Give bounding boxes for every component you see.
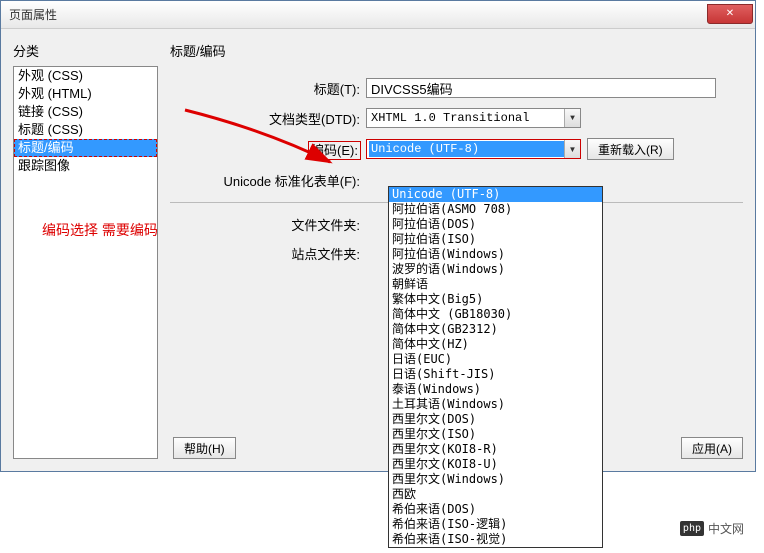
titlebar[interactable]: 页面属性 ✕ — [1, 1, 755, 29]
window-title: 页面属性 — [9, 6, 57, 23]
close-button[interactable]: ✕ — [707, 4, 753, 24]
dropdown-item[interactable]: 阿拉伯语(DOS) — [389, 217, 602, 232]
dropdown-item[interactable]: 朝鲜语 — [389, 277, 602, 292]
title-row: 标题(T): — [170, 78, 743, 98]
sidebar: 分类 外观 (CSS) 外观 (HTML) 链接 (CSS) 标题 (CSS) … — [13, 41, 158, 459]
encoding-select[interactable]: Unicode (UTF-8) ▼ — [366, 139, 581, 159]
watermark-logo: php — [680, 521, 704, 536]
dropdown-item[interactable]: 西里尔文(KOI8-R) — [389, 442, 602, 457]
dropdown-item[interactable]: 希伯来语(ISO-视觉) — [389, 532, 602, 547]
dropdown-item[interactable]: 泰语(Windows) — [389, 382, 602, 397]
dropdown-item[interactable]: 繁体中文(Big5) — [389, 292, 602, 307]
doctype-label: 文档类型(DTD): — [170, 109, 360, 128]
encoding-row: 编码(E): Unicode (UTF-8) ▼ 重新载入(R) — [170, 138, 743, 160]
dropdown-item[interactable]: 阿拉伯语(ISO) — [389, 232, 602, 247]
sidebar-item-title-encoding[interactable]: 标题/编码 — [14, 139, 157, 157]
encoding-label-wrap: 编码(E): — [170, 140, 360, 159]
dropdown-item[interactable]: 西里尔文(DOS) — [389, 412, 602, 427]
doctype-value: XHTML 1.0 Transitional — [371, 111, 529, 125]
apply-button[interactable]: 应用(A) — [681, 437, 743, 459]
doctype-select[interactable]: XHTML 1.0 Transitional ▼ — [366, 108, 581, 128]
sidebar-item-links-css[interactable]: 链接 (CSS) — [14, 103, 157, 121]
dropdown-item[interactable]: 西里尔文(ISO) — [389, 427, 602, 442]
sidebar-heading: 分类 — [13, 41, 158, 60]
normalize-label: Unicode 标准化表单(F): — [170, 171, 360, 190]
dropdown-item[interactable]: 日语(Shift-JIS) — [389, 367, 602, 382]
dropdown-item[interactable]: 西欧 — [389, 487, 602, 502]
sidebar-item-headings-css[interactable]: 标题 (CSS) — [14, 121, 157, 139]
doctype-row: 文档类型(DTD): XHTML 1.0 Transitional ▼ — [170, 108, 743, 128]
title-input[interactable] — [366, 78, 716, 98]
dropdown-item[interactable]: Unicode (UTF-8) — [389, 187, 602, 202]
button-bar: 帮助(H) 应用(A) — [13, 437, 743, 459]
help-button[interactable]: 帮助(H) — [173, 437, 236, 459]
dropdown-item[interactable]: 波罗的语(Windows) — [389, 262, 602, 277]
dropdown-item[interactable]: 西里尔文(Windows) — [389, 472, 602, 487]
dropdown-item[interactable]: 西里尔文(KOI8-U) — [389, 457, 602, 472]
site-folder-label: 站点文件夹: — [170, 244, 360, 263]
reload-button[interactable]: 重新载入(R) — [587, 138, 674, 160]
dropdown-item[interactable]: 简体中文(GB2312) — [389, 322, 602, 337]
sidebar-item-tracing-image[interactable]: 跟踪图像 — [14, 157, 157, 175]
dropdown-item[interactable]: 希伯来语(DOS) — [389, 502, 602, 517]
dropdown-item[interactable]: 希伯来语(ISO-逻辑) — [389, 517, 602, 532]
title-label: 标题(T): — [170, 79, 360, 98]
chevron-down-icon: ▼ — [564, 109, 580, 127]
dropdown-item[interactable]: 简体中文(HZ) — [389, 337, 602, 352]
panel-title: 标题/编码 — [170, 41, 743, 60]
sidebar-item-appearance-html[interactable]: 外观 (HTML) — [14, 85, 157, 103]
dropdown-item[interactable]: 阿拉伯语(ASMO 708) — [389, 202, 602, 217]
watermark-text: 中文网 — [708, 520, 744, 537]
dropdown-item[interactable]: 土耳其语(Windows) — [389, 397, 602, 412]
encoding-dropdown-list[interactable]: Unicode (UTF-8) 阿拉伯语(ASMO 708) 阿拉伯语(DOS)… — [388, 186, 603, 548]
chevron-down-icon: ▼ — [564, 140, 580, 158]
sidebar-item-appearance-css[interactable]: 外观 (CSS) — [14, 67, 157, 85]
dropdown-item[interactable]: 日语(EUC) — [389, 352, 602, 367]
annotation-text: 编码选择 需要编码 — [42, 220, 158, 240]
file-folder-label: 文件文件夹: — [170, 215, 360, 234]
dropdown-item[interactable]: 阿拉伯语(Windows) — [389, 247, 602, 262]
encoding-value: Unicode (UTF-8) — [369, 141, 564, 157]
dropdown-item[interactable]: 简体中文 (GB18030) — [389, 307, 602, 322]
dialog-content: 分类 外观 (CSS) 外观 (HTML) 链接 (CSS) 标题 (CSS) … — [1, 29, 755, 471]
watermark: php 中文网 — [680, 520, 744, 537]
category-list[interactable]: 外观 (CSS) 外观 (HTML) 链接 (CSS) 标题 (CSS) 标题/… — [13, 66, 158, 459]
encoding-label: 编码(E): — [309, 142, 360, 159]
